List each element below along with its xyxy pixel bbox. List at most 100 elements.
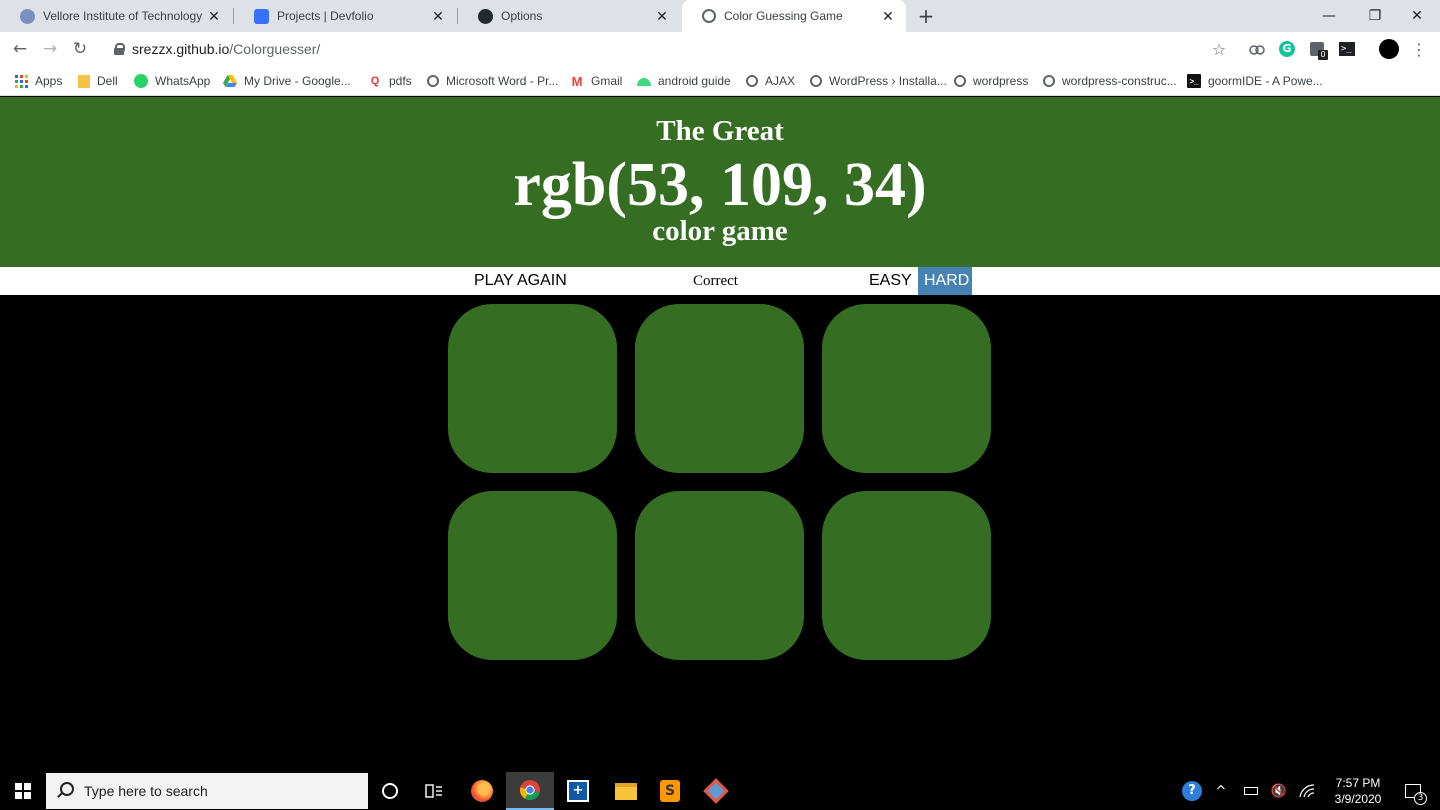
bookmark-android-guide[interactable]: android guide: [637, 72, 731, 90]
apps-grid-icon: [14, 74, 28, 88]
color-square[interactable]: [822, 491, 991, 660]
tab-close-icon[interactable]: ✕: [654, 8, 670, 25]
bookmark-pdfs[interactable]: Q pdfs: [368, 72, 412, 90]
globe-icon: [702, 9, 716, 23]
tab-vit[interactable]: Vellore Institute of Technology (V ✕: [0, 0, 232, 32]
tab-close-icon[interactable]: ✕: [206, 8, 222, 25]
color-square[interactable]: [635, 304, 804, 473]
volume-muted-icon[interactable]: 🔇: [1268, 772, 1290, 810]
menu-kebab-icon[interactable]: ⋮: [1409, 39, 1429, 59]
bookmark-label: Gmail: [591, 74, 623, 88]
control-stripe: PLAY AGAIN Correct EASY HARD: [0, 267, 1440, 295]
bookmark-label: Apps: [35, 74, 63, 88]
reload-icon[interactable]: ↻: [68, 37, 92, 61]
bookmark-my-drive[interactable]: My Drive - Google...: [223, 72, 351, 90]
android-icon: [637, 74, 651, 88]
notification-center-icon[interactable]: 3: [1398, 772, 1428, 810]
color-square[interactable]: [635, 491, 804, 660]
bookmark-wordpress[interactable]: wordpress: [954, 72, 1028, 90]
bookmark-ajax[interactable]: AJAX: [746, 72, 795, 90]
maximize-button[interactable]: ❐: [1352, 0, 1398, 32]
help-icon[interactable]: ?: [1180, 772, 1204, 810]
git-icon[interactable]: [692, 772, 740, 810]
bookmark-label: Microsoft Word - Pr...: [446, 74, 559, 88]
battery-icon[interactable]: [1240, 772, 1262, 810]
bookmark-label: goormIDE - A Powe...: [1208, 74, 1323, 88]
task-view-icon[interactable]: [410, 772, 458, 810]
play-again-button[interactable]: PLAY AGAIN: [468, 267, 573, 295]
bookmark-label: pdfs: [389, 74, 412, 88]
globe-icon: [810, 75, 822, 87]
bookmark-dell[interactable]: Dell: [78, 72, 118, 90]
tab-title: Projects | Devfolio: [277, 9, 374, 23]
title-top: The Great: [656, 115, 784, 147]
bookmark-microsoft-word[interactable]: Microsoft Word - Pr...: [427, 72, 558, 90]
search-placeholder: Type here to search: [84, 783, 208, 799]
bookmark-label: Dell: [97, 74, 118, 88]
globe-icon: [954, 75, 966, 87]
color-square[interactable]: [822, 304, 991, 473]
new-tab-button[interactable]: +: [914, 4, 938, 28]
bookmark-goormide[interactable]: >_ goormIDE - A Powe...: [1187, 72, 1323, 90]
taskbar-search-box[interactable]: Type here to search: [46, 773, 368, 809]
cortana-icon[interactable]: [366, 772, 414, 810]
browser-toolbar: ← → ↻ srezzx.github.io/Colorguesser/ ☆ G…: [0, 32, 1440, 66]
wifi-icon[interactable]: [1296, 772, 1318, 810]
game-header: The Great rgb(53, 109, 34) color game: [0, 97, 1440, 267]
quora-icon: Q: [370, 75, 380, 87]
bookmark-label: wordpress: [973, 74, 1029, 88]
easy-mode-button[interactable]: EASY: [863, 267, 918, 295]
taskbar-clock[interactable]: 7:57 PM 3/9/2020: [1326, 775, 1390, 807]
back-arrow-icon[interactable]: ←: [8, 37, 32, 61]
url-text: srezzx.github.io/Colorguesser/: [132, 41, 321, 57]
tab-close-icon[interactable]: ✕: [880, 8, 896, 25]
snip-tool-icon[interactable]: +: [554, 772, 602, 810]
forward-arrow-icon[interactable]: →: [38, 37, 62, 61]
bookmark-label: android guide: [658, 74, 731, 88]
color-square[interactable]: [448, 491, 617, 660]
lock-icon: [114, 43, 125, 55]
minimize-button[interactable]: —: [1306, 0, 1352, 32]
bookmark-apps[interactable]: Apps: [14, 72, 62, 90]
firefox-icon[interactable]: [458, 772, 506, 810]
bookmark-wordpress-construc[interactable]: wordpress-construc...: [1043, 72, 1177, 90]
gmail-icon: M: [571, 73, 583, 89]
start-button[interactable]: [0, 772, 46, 810]
sublime-text-icon[interactable]: S: [646, 772, 694, 810]
vit-favicon-icon: [20, 8, 35, 24]
title-bottom: color game: [652, 215, 788, 247]
grammarly-icon[interactable]: G: [1277, 39, 1297, 59]
tab-close-icon[interactable]: ✕: [430, 8, 446, 25]
page-content: The Great rgb(53, 109, 34) color game PL…: [0, 97, 1440, 772]
extension-icon[interactable]: [1247, 39, 1267, 59]
windows-taskbar: Type here to search + S ? ^ 🔇 7:57 PM 3/…: [0, 772, 1440, 810]
bookmark-label: AJAX: [765, 74, 796, 88]
bookmark-label: My Drive - Google...: [244, 74, 351, 88]
windows-logo-icon: [15, 783, 31, 799]
color-square[interactable]: [448, 304, 617, 473]
profile-avatar[interactable]: [1379, 39, 1399, 59]
show-hidden-icons-icon[interactable]: ^: [1210, 772, 1232, 810]
close-window-button[interactable]: ✕: [1394, 0, 1440, 32]
clock-time: 7:57 PM: [1335, 776, 1381, 790]
tab-options[interactable]: Options ✕: [458, 0, 680, 32]
bookmark-whatsapp[interactable]: WhatsApp: [134, 72, 210, 90]
bookmarks-bar: Apps Dell WhatsApp My Drive - Google... …: [0, 66, 1440, 96]
extension-badge-icon[interactable]: 0: [1307, 39, 1328, 60]
extension-badge-count: 0: [1318, 50, 1328, 60]
terminal-extension-icon[interactable]: >_: [1337, 39, 1357, 59]
terminal-icon: >_: [1187, 74, 1201, 88]
bookmark-star-icon[interactable]: ☆: [1209, 39, 1229, 59]
bookmark-gmail[interactable]: M Gmail: [570, 72, 623, 90]
chrome-icon[interactable]: [506, 772, 554, 810]
tab-devfolio[interactable]: Projects | Devfolio ✕: [234, 0, 456, 32]
file-explorer-icon[interactable]: [602, 772, 650, 810]
bookmark-label: WhatsApp: [155, 74, 211, 88]
browser-tab-strip: Vellore Institute of Technology (V ✕ Pro…: [0, 0, 1440, 32]
tab-color-guessing-game[interactable]: Color Guessing Game ✕: [682, 0, 906, 32]
hard-mode-button[interactable]: HARD: [918, 267, 972, 295]
globe-icon: [746, 75, 758, 87]
address-bar[interactable]: srezzx.github.io/Colorguesser/: [100, 35, 1240, 63]
bookmark-wordpress-installa[interactable]: WordPress › Installa...: [810, 72, 947, 90]
bookmark-label: WordPress › Installa...: [829, 74, 947, 88]
